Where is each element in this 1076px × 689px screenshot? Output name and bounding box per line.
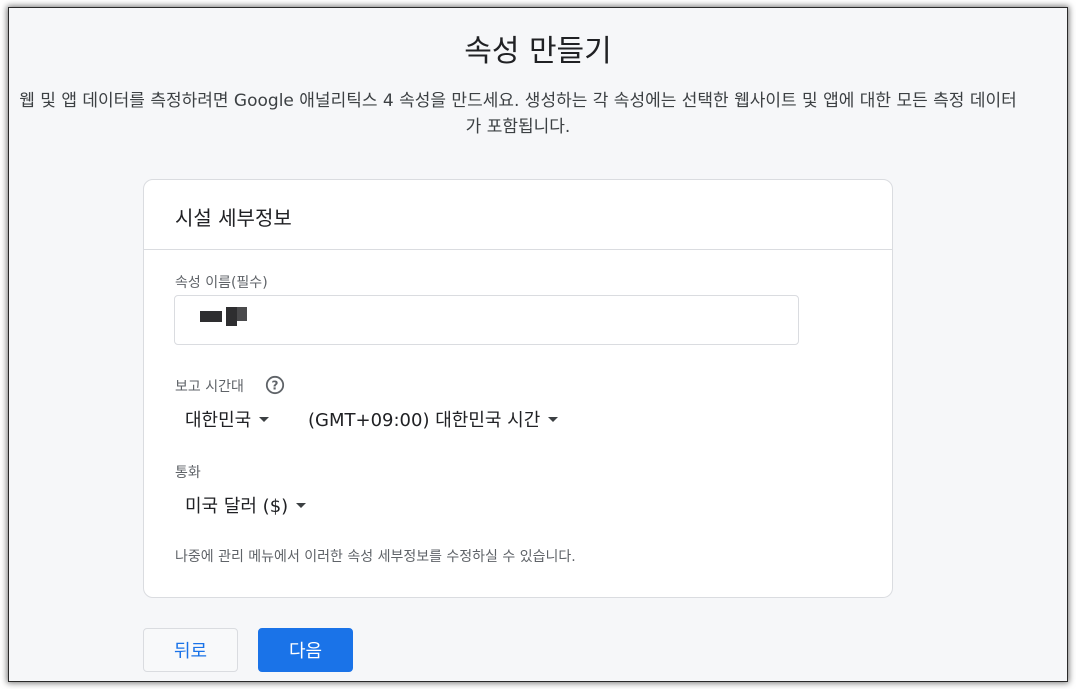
help-circle-icon[interactable]: ? <box>265 375 285 395</box>
page-title: 속성 만들기 <box>464 34 612 69</box>
next-button[interactable]: 다음 <box>258 628 353 672</box>
timezone-label: 보고 시간대 <box>175 379 244 395</box>
country-value: 대한민국 <box>185 410 252 431</box>
caret-down-icon <box>548 416 559 422</box>
card-header: 시설 세부정보 <box>144 180 892 250</box>
redacted-value-mark <box>200 311 222 322</box>
svg-text:?: ? <box>272 379 279 393</box>
caret-down-icon <box>296 502 307 508</box>
property-name-label: 속성 이름(필수) <box>175 275 268 291</box>
create-property-panel: 속성 만들기 웹 및 앱 데이터를 측정하려면 Google 애널리틱스 4 속… <box>9 8 1067 681</box>
back-button[interactable]: 뒤로 <box>143 628 238 672</box>
currency-label: 통화 <box>175 465 201 481</box>
caret-down-icon <box>259 416 270 422</box>
intro-text: 웹 및 앱 데이터를 측정하려면 Google 애널리틱스 4 속성을 만드세요… <box>19 91 1017 137</box>
property-details-card: 시설 세부정보 속성 이름(필수) 보고 시간대 ? 대한민국 (GMT+09:… <box>143 179 893 598</box>
redacted-value-mark <box>237 307 247 321</box>
currency-value: 미국 달러 ($) <box>185 496 289 517</box>
timezone-value: (GMT+09:00) 대한민국 시간 <box>308 410 541 431</box>
timezone-dropdown[interactable]: (GMT+09:00) 대한민국 시간 <box>308 406 559 432</box>
country-dropdown[interactable]: 대한민국 <box>185 406 270 432</box>
redacted-value-mark <box>226 307 237 326</box>
edit-later-note: 나중에 관리 메뉴에서 이러한 속성 세부정보를 수정하실 수 있습니다. <box>175 549 576 565</box>
currency-dropdown[interactable]: 미국 달러 ($) <box>185 492 307 518</box>
property-name-input[interactable] <box>174 295 799 345</box>
